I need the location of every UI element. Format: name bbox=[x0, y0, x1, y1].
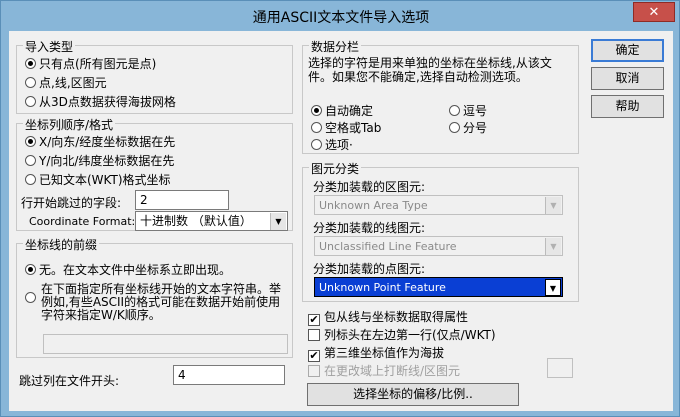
chevron-down-icon: ▼ bbox=[270, 213, 286, 230]
radio-icon bbox=[25, 77, 36, 88]
skip-fields-label: 行开始跳过的字段: bbox=[21, 196, 122, 210]
description-line: 件。如果您不能确定,选择自动检测选项。 bbox=[308, 70, 528, 84]
option-label: 从3D点数据获得海拔网格 bbox=[39, 95, 176, 109]
option-label: 自动确定 bbox=[325, 104, 374, 118]
checkbox-label: 列标头在左边第一行(仅点/WKT) bbox=[324, 328, 496, 342]
coord-order-group: 坐标列顺序/格式 X/向东/经度坐标数据在先 Y/向北/纬度坐标数据在先 已知文… bbox=[16, 116, 293, 231]
checkbox-checked-icon: ✔ bbox=[308, 313, 320, 326]
prefix-custom-description: 在下面指定所有坐标线开始的文本字符串。举 例如,有些ASCII的格式可能在数据开… bbox=[41, 283, 281, 322]
option-label: 点,线,区图元 bbox=[39, 76, 107, 90]
option-label: 已知文本(WKT)格式坐标 bbox=[39, 173, 171, 187]
chevron-down-icon: ▼ bbox=[545, 197, 561, 214]
radio-icon bbox=[25, 264, 36, 275]
radio-icon bbox=[25, 292, 36, 303]
radio-icon bbox=[449, 105, 460, 116]
ok-button[interactable]: 确定 bbox=[591, 39, 664, 62]
skip-lines-input[interactable]: 4 bbox=[173, 365, 285, 385]
option-label: 只有点(所有图元是点) bbox=[39, 57, 157, 71]
dialog-window: 通用ASCII文本文件导入选项 ✕ 导入类型 只有点(所有图元是点) 点,线,区… bbox=[0, 0, 680, 417]
delimiter-legend: 数据分栏 bbox=[309, 38, 362, 55]
checkbox-label: 包从线与坐标数据取得属性 bbox=[324, 310, 469, 324]
delimiter-auto-radio[interactable]: 自动确定 bbox=[311, 102, 373, 119]
option-label: 空格或Tab bbox=[325, 121, 382, 135]
line-prefix-group: 坐标线的前缀 无。在文本文件中坐标系立即出现。 在下面指定所有坐标线开始的文本字… bbox=[16, 236, 293, 358]
coord-order-y-first-radio[interactable]: Y/向北/纬度坐标数据在先 bbox=[25, 152, 174, 169]
feature-class-group: 图元分类 分类加装载的区图元: Unknown Area Type ▼ 分类加装载… bbox=[302, 160, 579, 302]
prefix-none-radio[interactable]: 无。在文本文件中坐标系立即出现。 bbox=[25, 261, 231, 278]
line-class-label: 分类加装载的线图元: bbox=[313, 221, 426, 235]
radio-icon bbox=[311, 105, 322, 116]
select-value: Unclassified Line Feature bbox=[319, 240, 457, 253]
chevron-down-icon: ▼ bbox=[545, 238, 561, 255]
close-icon: ✕ bbox=[648, 5, 660, 20]
help-button[interactable]: 帮助 bbox=[591, 95, 664, 118]
checkbox-label: 在更改域上打断线/区图元 bbox=[324, 364, 461, 378]
import-type-legend: 导入类型 bbox=[23, 38, 76, 55]
radio-icon bbox=[25, 96, 36, 107]
cancel-button[interactable]: 取消 bbox=[591, 67, 664, 90]
checkbox-icon bbox=[308, 329, 320, 341]
radio-icon bbox=[311, 122, 322, 133]
checkbox-checked-icon: ✔ bbox=[308, 349, 320, 362]
delimiter-description: 选择的字符是用来单独的坐标在坐标线,从该文 件。如果您不能确定,选择自动检测选项… bbox=[308, 56, 552, 84]
chevron-down-icon: ▼ bbox=[545, 279, 561, 296]
checkbox-icon bbox=[308, 365, 320, 377]
radio-icon bbox=[25, 174, 36, 185]
title-bar[interactable]: 通用ASCII文本文件导入选项 ✕ bbox=[1, 1, 680, 31]
dialog-body: 导入类型 只有点(所有图元是点) 点,线,区图元 从3D点数据获得海拔网格 坐标… bbox=[9, 31, 673, 411]
area-class-label: 分类加装载的区图元: bbox=[313, 180, 426, 194]
option-label: 无。在文本文件中坐标系立即出现。 bbox=[39, 263, 232, 277]
select-value: Unknown Point Feature bbox=[319, 281, 446, 294]
point-class-select[interactable]: Unknown Point Feature ▼ bbox=[314, 277, 563, 297]
coordinate-format-label: Coordinate Format: bbox=[29, 215, 136, 228]
skip-lines-label: 跳过列在文件开头: bbox=[19, 374, 120, 388]
delimiter-comma-radio[interactable]: 逗号 bbox=[449, 102, 487, 119]
feature-class-legend: 图元分类 bbox=[309, 160, 362, 177]
close-button[interactable]: ✕ bbox=[633, 2, 675, 22]
radio-icon bbox=[25, 155, 36, 166]
delimiter-semicolon-radio[interactable]: 分号 bbox=[449, 119, 487, 136]
radio-icon bbox=[311, 139, 322, 150]
check-attributes-from-line[interactable]: ✔ 包从线与坐标数据取得属性 bbox=[308, 308, 468, 326]
radio-icon bbox=[25, 136, 36, 147]
import-type-grid-radio[interactable]: 从3D点数据获得海拔网格 bbox=[25, 93, 176, 110]
import-type-features-radio[interactable]: 点,线,区图元 bbox=[25, 74, 107, 91]
checkbox-label: 第三维坐标值作为海拔 bbox=[324, 346, 445, 360]
option-label: 分号 bbox=[463, 121, 488, 135]
break-value-input[interactable] bbox=[547, 358, 573, 378]
description-line: 字符来指定W/K顺序。 bbox=[41, 308, 161, 322]
coordinate-format-select[interactable]: 十进制数 （默认值） ▼ bbox=[135, 211, 288, 231]
delimiter-whitespace-radio[interactable]: 空格或Tab bbox=[311, 119, 381, 136]
coord-order-x-first-radio[interactable]: X/向东/经度坐标数据在先 bbox=[25, 133, 175, 150]
option-label: 选项· bbox=[325, 138, 353, 152]
coord-order-legend: 坐标列顺序/格式 bbox=[23, 116, 116, 133]
prefix-text-input[interactable] bbox=[43, 334, 288, 354]
radio-icon bbox=[25, 58, 36, 69]
option-label: X/向东/经度坐标数据在先 bbox=[39, 135, 176, 149]
delimiter-group: 数据分栏 选择的字符是用来单独的坐标在坐标线,从该文 件。如果您不能确定,选择自… bbox=[302, 38, 579, 154]
skip-fields-input[interactable]: 2 bbox=[135, 190, 229, 210]
option-label: 逗号 bbox=[463, 104, 488, 118]
coordinate-offset-scale-button[interactable]: 选择坐标的偏移/比例.. bbox=[307, 383, 519, 406]
window-title: 通用ASCII文本文件导入选项 bbox=[252, 10, 430, 26]
point-class-label: 分类加装载的点图元: bbox=[313, 262, 426, 276]
delimiter-other-radio[interactable]: 选项· bbox=[311, 136, 353, 153]
prefix-custom-radio[interactable] bbox=[25, 284, 39, 303]
option-label: Y/向北/纬度坐标数据在先 bbox=[39, 154, 175, 168]
line-prefix-legend: 坐标线的前缀 bbox=[23, 236, 100, 253]
coord-order-wkt-radio[interactable]: 已知文本(WKT)格式坐标 bbox=[25, 171, 171, 188]
description-line: 选择的字符是用来单独的坐标在坐标线,从该文 bbox=[308, 56, 552, 70]
select-value: Unknown Area Type bbox=[319, 199, 428, 212]
check-column-headers[interactable]: 列标头在左边第一行(仅点/WKT) bbox=[308, 326, 496, 343]
line-class-select[interactable]: Unclassified Line Feature ▼ bbox=[314, 236, 563, 256]
check-break-on-domain-change[interactable]: 在更改域上打断线/区图元 bbox=[308, 362, 460, 379]
import-type-points-radio[interactable]: 只有点(所有图元是点) bbox=[25, 55, 156, 72]
check-third-as-elevation[interactable]: ✔ 第三维坐标值作为海拔 bbox=[308, 344, 444, 362]
radio-icon bbox=[449, 122, 460, 133]
import-type-group: 导入类型 只有点(所有图元是点) 点,线,区图元 从3D点数据获得海拔网格 bbox=[16, 38, 293, 114]
area-class-select[interactable]: Unknown Area Type ▼ bbox=[314, 195, 563, 215]
select-value: 十进制数 （默认值） bbox=[140, 214, 252, 228]
